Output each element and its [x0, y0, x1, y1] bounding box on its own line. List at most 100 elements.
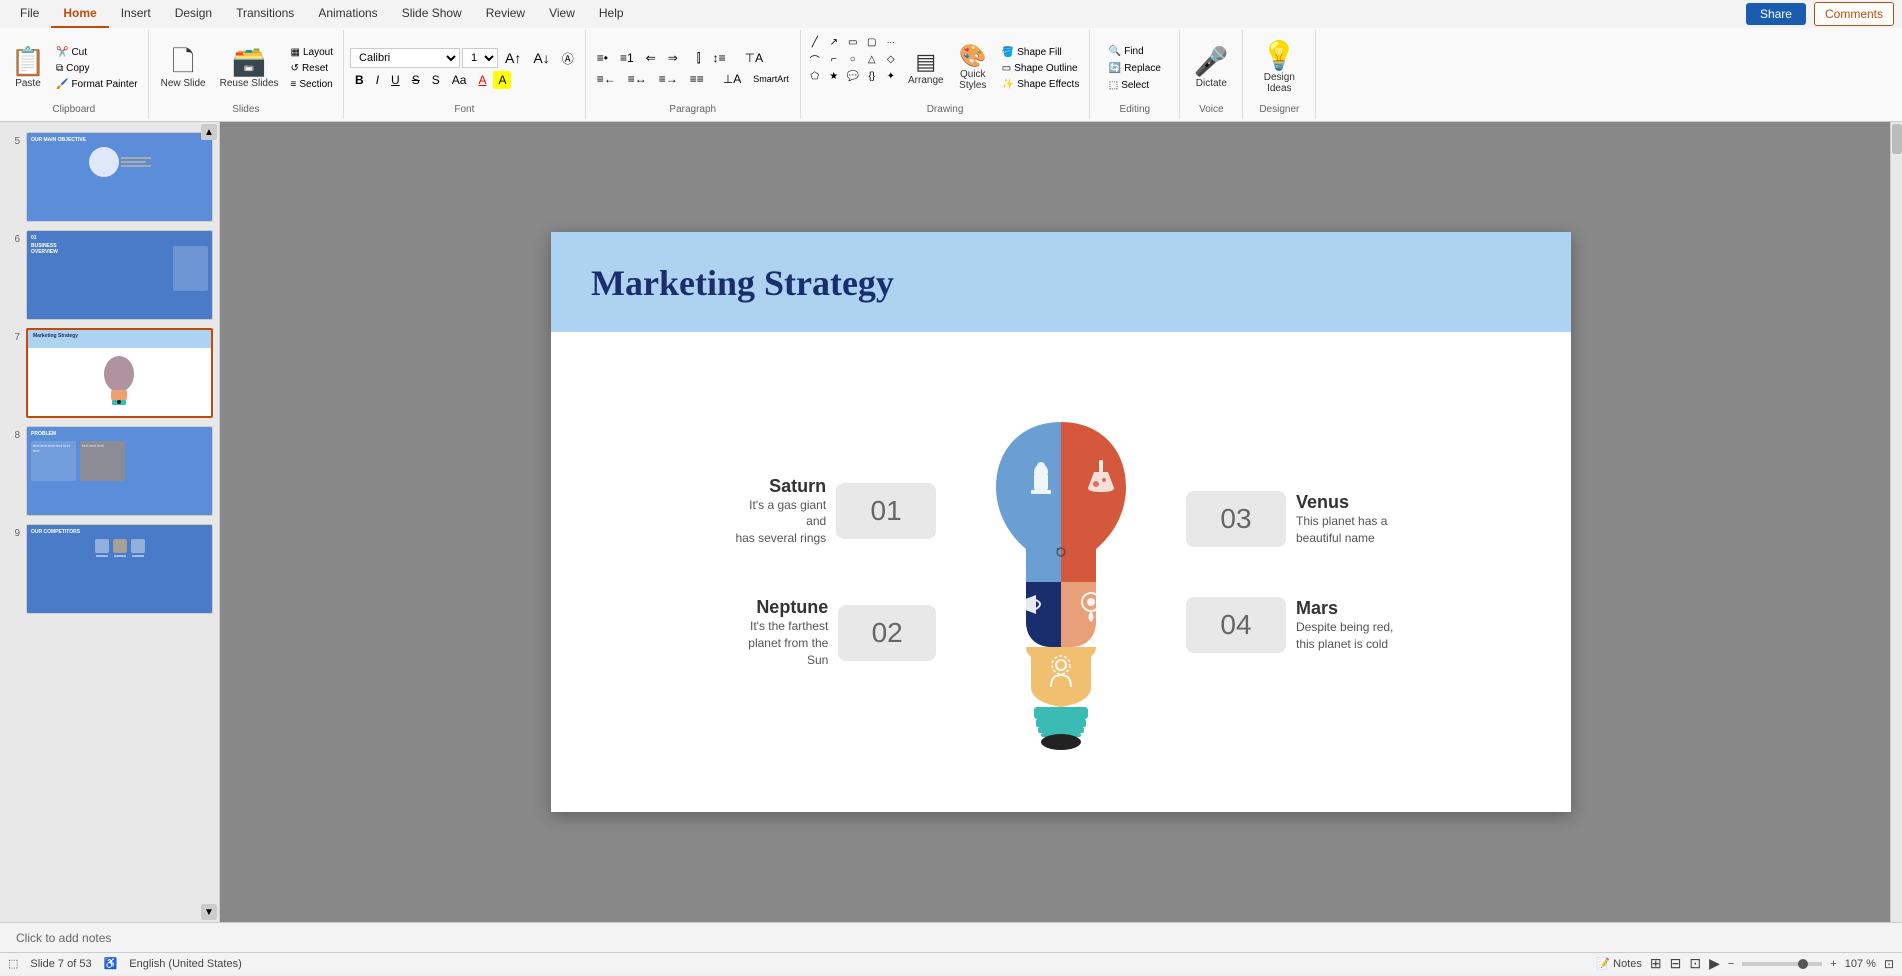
scroll-down-button[interactable]: ▼ [201, 904, 217, 920]
notes-bar[interactable]: Click to add notes [0, 922, 1902, 952]
lightbulb-graphic[interactable] [946, 372, 1176, 772]
slide-thumb-9[interactable]: 9 OUR COMPETITORS [4, 522, 215, 616]
strikethrough-button[interactable]: S [407, 71, 425, 89]
view-slideshow-button[interactable]: ▶ [1709, 955, 1720, 972]
zoom-slider[interactable] [1742, 962, 1822, 966]
bold-button[interactable]: B [350, 71, 369, 89]
align-center-button[interactable]: ≡↔ [623, 70, 652, 88]
shape-circle[interactable]: ○ [845, 51, 861, 67]
tab-help[interactable]: Help [587, 0, 636, 28]
left-info-column: Saturn It's a gas giant and has several … [726, 476, 936, 669]
shape-pentagon[interactable]: ⬠ [807, 68, 823, 84]
slide-preview-9: OUR COMPETITORS [26, 524, 213, 614]
shape-arrow[interactable]: ↗ [826, 34, 842, 50]
cut-button[interactable]: ✂️Cut [52, 45, 142, 60]
align-right-button[interactable]: ≡→ [654, 70, 683, 88]
info-item-venus[interactable]: 03 Venus This planet has a beautiful nam… [1186, 491, 1387, 547]
arrange-button[interactable]: ▤ Arrange [904, 32, 948, 104]
tab-home[interactable]: Home [51, 0, 108, 28]
shape-line[interactable]: ╱ [807, 34, 823, 50]
slide-title[interactable]: Marketing Strategy [591, 262, 894, 304]
layout-button[interactable]: ▦Layout [287, 45, 337, 60]
tab-transitions[interactable]: Transitions [224, 0, 306, 28]
font-size-select[interactable]: 14 [462, 48, 498, 68]
convert-smartart-button[interactable]: SmartArt [748, 72, 794, 86]
shape-diamond[interactable]: ◇ [883, 51, 899, 67]
tab-file[interactable]: File [8, 0, 51, 28]
shape-fill-button[interactable]: 🪣Shape Fill [998, 45, 1084, 60]
fit-button[interactable]: ⊡ [1884, 957, 1894, 971]
format-painter-button[interactable]: 🖌️Format Painter [52, 77, 142, 92]
slide-thumb-5[interactable]: 5 OUR MAIN OBJECTIVE [4, 130, 215, 224]
reset-button[interactable]: ↺Reset [287, 61, 337, 76]
shape-elbow[interactable]: ⌐ [826, 51, 842, 67]
numbering-button[interactable]: ≡1 [615, 49, 639, 67]
new-slide-button[interactable]: 🗋 New Slide [155, 32, 212, 104]
zoom-in-button[interactable]: + [1830, 958, 1836, 970]
decrease-indent-button[interactable]: ⇐ [641, 49, 661, 67]
italic-button[interactable]: I [371, 71, 384, 89]
shape-effects-button[interactable]: ✨Shape Effects [998, 77, 1084, 92]
tab-slideshow[interactable]: Slide Show [390, 0, 474, 28]
info-item-mars[interactable]: 04 Mars Despite being red, this planet i… [1186, 597, 1393, 653]
slides-group: 🗋 New Slide 🗃️ Reuse Slides ▦Layout ↺Res… [149, 30, 344, 119]
shape-curve[interactable]: ⌒ [807, 51, 823, 67]
tab-insert[interactable]: Insert [109, 0, 163, 28]
bullets-button[interactable]: ≡• [592, 49, 613, 67]
view-normal-button[interactable]: ⊞ [1650, 955, 1662, 972]
shape-triangle[interactable]: △ [864, 51, 880, 67]
increase-font-button[interactable]: A↑ [500, 48, 526, 68]
tab-view[interactable]: View [537, 0, 587, 28]
slide-thumb-8[interactable]: 8 PROBLEM text text text text text text … [4, 424, 215, 518]
highlight-button[interactable]: A [493, 71, 511, 89]
font-color-button[interactable]: A [473, 71, 491, 89]
tab-animations[interactable]: Animations [306, 0, 389, 28]
tab-review[interactable]: Review [474, 0, 537, 28]
columns-button[interactable]: ⫿ [692, 49, 706, 68]
scroll-up-button[interactable]: ▲ [201, 124, 217, 140]
copy-button[interactable]: ⧉Copy [52, 61, 142, 76]
shape-misc[interactable]: ✦ [883, 68, 899, 84]
shape-outline-button[interactable]: ▭Shape Outline [998, 61, 1084, 76]
shape-star[interactable]: ★ [826, 68, 842, 84]
slide-thumb-6[interactable]: 6 01 BUSINESSOVERVIEW [4, 228, 215, 322]
increase-indent-button[interactable]: ⇒ [663, 49, 683, 67]
voice-group: 🎤 Dictate Voice [1180, 30, 1243, 119]
zoom-out-button[interactable]: − [1728, 958, 1734, 970]
clear-format-button[interactable]: Ⓐ [557, 48, 579, 69]
slide-thumb-7[interactable]: 7 Marketing Strategy [4, 326, 215, 420]
font-name-select[interactable]: Calibri [350, 48, 460, 68]
tab-design[interactable]: Design [163, 0, 224, 28]
canvas-scroll-right[interactable] [1890, 122, 1902, 922]
find-button[interactable]: 🔍Find [1105, 44, 1165, 59]
justify-button[interactable]: ≡≡ [685, 70, 709, 88]
decrease-font-button[interactable]: A↓ [528, 48, 554, 68]
view-reading-button[interactable]: ⊡ [1689, 955, 1701, 972]
share-button[interactable]: Share [1746, 3, 1806, 25]
paste-button[interactable]: 📋 Paste [6, 32, 50, 104]
notes-button[interactable]: 📝 Notes [1596, 957, 1642, 970]
design-ideas-button[interactable]: 💡 Design Ideas [1249, 32, 1309, 104]
text-direction-button[interactable]: ⊤A [740, 49, 768, 67]
info-item-saturn[interactable]: Saturn It's a gas giant and has several … [726, 476, 936, 547]
section-button[interactable]: ≡Section [287, 77, 337, 92]
align-left-button[interactable]: ≡← [592, 70, 621, 88]
quick-styles-button[interactable]: 🎨 Quick Styles [951, 32, 995, 104]
underline-button[interactable]: U [386, 71, 405, 89]
select-button[interactable]: ⬚Select [1105, 78, 1165, 93]
line-spacing-button[interactable]: ↕≡ [708, 49, 731, 67]
shape-callout[interactable]: 💬 [845, 68, 861, 84]
align-text-button[interactable]: ⊥A [718, 70, 746, 88]
change-case-button[interactable]: Aa [447, 71, 472, 89]
view-slide-sorter-button[interactable]: ⊟ [1670, 955, 1682, 972]
comments-button[interactable]: Comments [1814, 2, 1894, 26]
dictate-button[interactable]: 🎤 Dictate [1186, 32, 1236, 104]
shape-more[interactable]: ⋯ [883, 34, 899, 50]
shape-brace[interactable]: {} [864, 68, 880, 84]
replace-button[interactable]: 🔄Replace [1105, 61, 1165, 76]
shadow-button[interactable]: S [427, 71, 445, 89]
info-item-neptune[interactable]: Neptune It's the farthest planet from th… [726, 597, 936, 668]
reuse-slides-button[interactable]: 🗃️ Reuse Slides [214, 32, 285, 104]
shape-rect[interactable]: ▭ [845, 34, 861, 50]
shape-rounded[interactable]: ▢ [864, 34, 880, 50]
